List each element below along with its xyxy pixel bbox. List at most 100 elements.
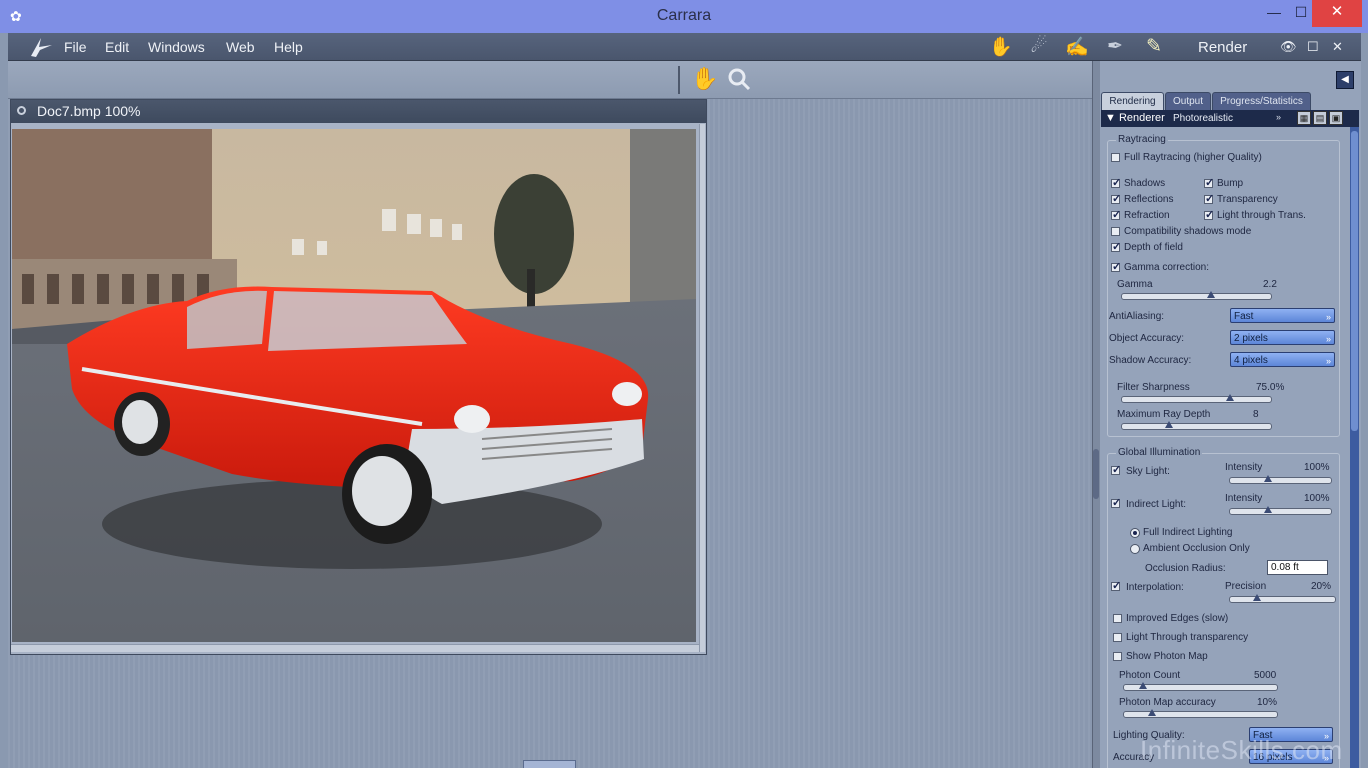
show-photon-map-checkbox[interactable] <box>1113 652 1122 661</box>
photon-count-label: Photon Count <box>1119 670 1181 681</box>
carrara-logo-icon[interactable] <box>28 36 54 58</box>
tab-progress-statistics[interactable]: Progress/Statistics <box>1212 92 1311 110</box>
restore-icon[interactable]: ☐ <box>1307 39 1319 55</box>
bottom-dock-tab[interactable] <box>523 760 576 768</box>
renderer-save-icon[interactable]: ▤ <box>1313 111 1327 125</box>
window-title: Carrara <box>656 7 712 24</box>
improved-edges-checkbox[interactable] <box>1113 614 1122 623</box>
precision-slider[interactable] <box>1229 594 1336 603</box>
photon-count-knob[interactable] <box>1139 682 1148 689</box>
menu-help[interactable]: Help <box>274 39 303 55</box>
renderer-label: ▼ Renderer <box>1105 112 1165 124</box>
tab-rendering[interactable]: Rendering <box>1101 92 1164 110</box>
photon-map-accuracy-value: 10% <box>1257 697 1278 708</box>
renderer-chevron-icon[interactable]: » <box>1276 112 1281 122</box>
panel-scrollbar-thumb[interactable] <box>1351 131 1358 431</box>
occlusion-radius-input[interactable]: 0.08 ft <box>1267 560 1328 575</box>
transparency-checkbox[interactable] <box>1204 192 1214 205</box>
antialiasing-select[interactable]: Fast » <box>1230 308 1335 323</box>
menu-windows[interactable]: Windows <box>148 39 205 55</box>
indirect-light-slider[interactable] <box>1229 506 1332 515</box>
precision-value: 20% <box>1311 581 1332 592</box>
room-label: Render <box>1198 39 1248 56</box>
shadow-accuracy-select[interactable]: 4 pixels » <box>1230 352 1335 367</box>
compat-shadows-checkbox[interactable] <box>1111 227 1120 236</box>
refraction-checkbox[interactable] <box>1111 208 1121 221</box>
document-title: Doc7.bmp 100% <box>37 103 141 119</box>
document-title-bar[interactable]: Doc7.bmp 100% <box>11 100 706 123</box>
light-through-transparency-checkbox[interactable] <box>1113 633 1122 642</box>
storyboard-room-icon[interactable]: ✍ <box>1062 35 1092 59</box>
renderer-presets-icon[interactable]: ▦ <box>1297 111 1311 125</box>
gamma-slider-knob[interactable] <box>1206 291 1215 298</box>
reflections-checkbox[interactable] <box>1111 192 1121 205</box>
bump-checkbox[interactable] <box>1204 176 1214 189</box>
hand-pan-icon[interactable]: ✋ <box>691 66 719 94</box>
eye-icon[interactable]: 👁 <box>1280 39 1297 55</box>
max-ray-depth-slider[interactable] <box>1121 421 1272 430</box>
renderer-print-icon[interactable]: ▣ <box>1329 111 1343 125</box>
panel-splitter[interactable] <box>1092 61 1100 768</box>
sky-light-knob[interactable] <box>1264 475 1273 482</box>
menu-edit[interactable]: Edit <box>105 39 129 55</box>
renderer-row[interactable]: ▼ Renderer Photorealistic » ▦ ▤ ▣ <box>1101 110 1359 127</box>
indirect-light-knob[interactable] <box>1264 506 1273 513</box>
tab-output[interactable]: Output <box>1165 92 1211 110</box>
close-room-icon[interactable]: ✕ <box>1332 39 1343 55</box>
splitter-grip[interactable] <box>1093 449 1099 499</box>
menu-web[interactable]: Web <box>226 39 255 55</box>
menu-file[interactable]: File <box>64 39 87 55</box>
light-through-transparency-label: Light Through transparency <box>1126 632 1249 643</box>
object-accuracy-chevron-icon: » <box>1325 334 1331 344</box>
depth-of-field-checkbox[interactable] <box>1111 240 1121 253</box>
light-through-trans-checkbox[interactable] <box>1204 208 1214 221</box>
zoom-magnifier-icon[interactable] <box>726 66 754 94</box>
global-illumination-group: Global Illumination Sky Light: Intensity… <box>1107 447 1340 768</box>
document-window[interactable]: Doc7.bmp 100% <box>10 99 707 655</box>
interpolation-checkbox[interactable] <box>1111 579 1121 592</box>
photon-map-accuracy-slider[interactable] <box>1123 709 1278 718</box>
ambient-occlusion-radio[interactable] <box>1130 544 1140 554</box>
improved-edges-label: Improved Edges (slow) <box>1126 613 1229 624</box>
panel-scrollbar[interactable] <box>1350 127 1359 768</box>
indirect-light-checkbox[interactable] <box>1111 496 1121 509</box>
model-room-icon[interactable]: ☄ <box>1024 35 1054 59</box>
toolbar-separator <box>678 66 680 94</box>
sky-light-label: Sky Light: <box>1126 466 1170 477</box>
document-vertical-scrollbar[interactable] <box>699 124 705 652</box>
antialiasing-label: AntiAliasing: <box>1109 311 1165 322</box>
document-horizontal-scrollbar[interactable] <box>11 644 699 652</box>
texture-room-icon[interactable]: ✒ <box>1100 35 1130 59</box>
render-image <box>12 129 696 642</box>
sky-light-intensity-value: 100% <box>1304 462 1330 473</box>
shadows-checkbox[interactable] <box>1111 176 1121 189</box>
precision-knob[interactable] <box>1253 594 1261 601</box>
filter-sharpness-slider[interactable] <box>1121 394 1272 403</box>
full-raytracing-checkbox[interactable] <box>1111 153 1120 162</box>
close-button[interactable]: ✕ <box>1312 0 1362 27</box>
gamma-slider[interactable] <box>1121 291 1272 300</box>
sky-light-checkbox[interactable] <box>1111 463 1121 476</box>
max-ray-depth-knob[interactable] <box>1164 421 1173 428</box>
antialiasing-value: Fast <box>1234 311 1254 322</box>
collapse-panel-icon[interactable]: ◀ <box>1336 71 1354 89</box>
renderer-value[interactable]: Photorealistic <box>1173 113 1233 124</box>
title-bar: ✿ Carrara — ☐ ✕ <box>0 0 1368 33</box>
render-room-icon[interactable]: ✎ <box>1139 35 1169 59</box>
gi-title: Global Illumination <box>1116 447 1203 458</box>
filter-sharpness-knob[interactable] <box>1226 394 1235 401</box>
reflections-label: Reflections <box>1124 194 1174 205</box>
object-accuracy-label: Object Accuracy: <box>1109 333 1185 344</box>
object-accuracy-select[interactable]: 2 pixels » <box>1230 330 1335 345</box>
assemble-room-icon[interactable]: ✋ <box>986 35 1016 59</box>
photon-count-slider[interactable] <box>1123 682 1278 691</box>
document-close-dot-icon[interactable] <box>17 106 26 115</box>
transparency-label: Transparency <box>1217 194 1278 205</box>
gamma-correction-checkbox[interactable] <box>1111 260 1121 273</box>
depth-of-field-label: Depth of field <box>1124 242 1183 253</box>
sky-light-intensity-label: Intensity <box>1225 462 1263 473</box>
photon-map-accuracy-knob[interactable] <box>1148 709 1157 716</box>
shadow-accuracy-label: Shadow Accuracy: <box>1109 355 1192 366</box>
full-indirect-radio[interactable] <box>1130 528 1140 538</box>
sky-light-slider[interactable] <box>1229 475 1332 484</box>
